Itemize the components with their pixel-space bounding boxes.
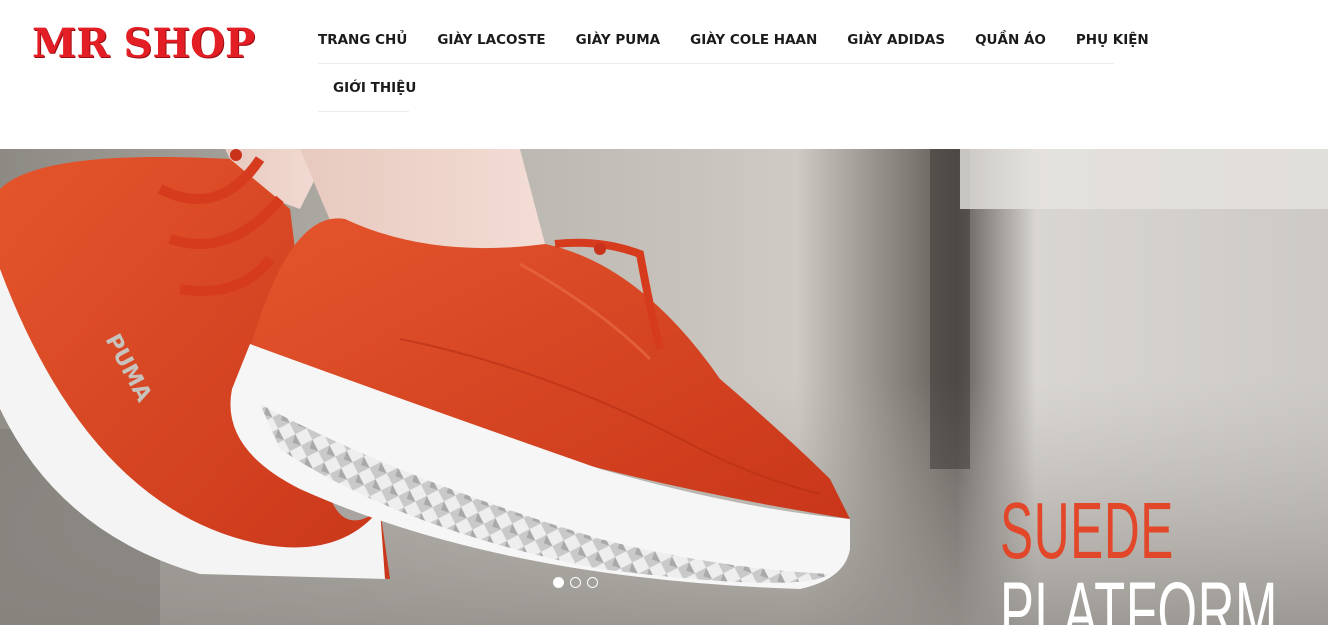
nav-item-giay-lacoste[interactable]: GIÀY LACOSTE: [437, 32, 545, 48]
slider-dot-1[interactable]: [553, 577, 564, 588]
nav-item-gioi-thieu[interactable]: GIỚI THIỆU: [333, 80, 416, 96]
nav-item-quan-ao[interactable]: QUẦN ÁO: [975, 32, 1046, 48]
page-bottom-spacer: [0, 625, 1328, 640]
main-nav: TRANG CHỦ GIÀY LACOSTE GIÀY PUMA GIÀY CO…: [318, 16, 1149, 112]
nav-item-trang-chu[interactable]: TRANG CHỦ: [318, 32, 407, 48]
hero-slogan: SUEDE PLATFORM: [1000, 486, 1328, 626]
site-logo[interactable]: MR SHOP: [32, 18, 255, 70]
hero-slider[interactable]: PUMA SUEDE PLATFORM: [0, 149, 1328, 625]
nav-item-phu-kien[interactable]: PHỤ KIỆN: [1076, 32, 1149, 48]
slogan-line-platform: PLATFORM: [1000, 566, 1279, 626]
nav-row-secondary: GIỚI THIỆU: [318, 64, 416, 112]
slider-dot-2[interactable]: [570, 577, 581, 588]
site-header: MR SHOP TRANG CHỦ GIÀY LACOSTE GIÀY PUMA…: [0, 0, 1328, 149]
slogan-line-suede: SUEDE: [1000, 486, 1174, 575]
nav-row-primary: TRANG CHỦ GIÀY LACOSTE GIÀY PUMA GIÀY CO…: [318, 16, 1149, 64]
nav-item-giay-puma[interactable]: GIÀY PUMA: [576, 32, 660, 48]
slider-dot-3[interactable]: [587, 577, 598, 588]
nav-item-giay-adidas[interactable]: GIÀY ADIDAS: [847, 32, 945, 48]
nav-item-giay-cole-haan[interactable]: GIÀY COLE HAAN: [690, 32, 817, 48]
slider-pagination: [553, 577, 598, 588]
